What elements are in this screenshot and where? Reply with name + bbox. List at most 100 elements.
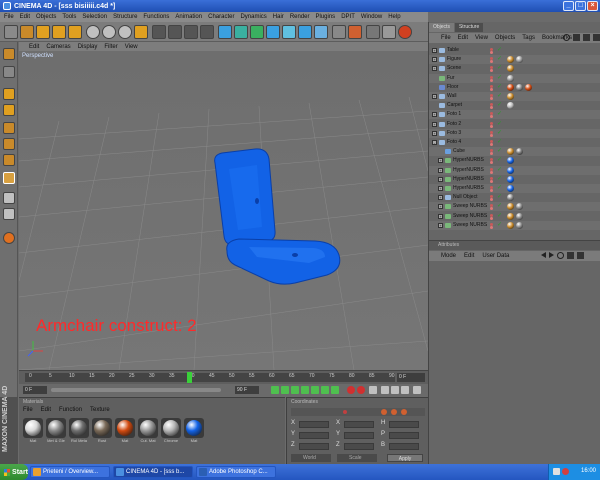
record-icon[interactable] — [347, 386, 355, 394]
material-tag-icon[interactable] — [507, 203, 514, 211]
menu-help[interactable]: Help — [388, 14, 400, 20]
material-swatch[interactable]: Chrome — [161, 418, 181, 446]
material-tag-icon[interactable] — [516, 83, 523, 91]
z-axis-icon[interactable] — [118, 25, 132, 39]
taskbar-task-button[interactable]: Adobe Photoshop C... — [196, 466, 276, 478]
object-row[interactable]: Floor ✓ — [429, 83, 600, 92]
material-tag-icon[interactable] — [507, 56, 514, 64]
enabled-checkmark[interactable]: ✓ — [497, 56, 503, 63]
visibility-dots[interactable] — [490, 94, 494, 100]
menu-tools[interactable]: Tools — [62, 14, 76, 20]
visibility-dots[interactable] — [490, 121, 494, 128]
material-swatch[interactable]: Met & Gle — [46, 418, 66, 446]
help-icon[interactable] — [398, 25, 412, 39]
live-selection-icon[interactable] — [20, 25, 34, 39]
sculpt-icon[interactable] — [3, 232, 15, 244]
attr-search-icon[interactable] — [557, 252, 564, 259]
visibility-dots[interactable] — [490, 204, 494, 211]
material-tag-icon[interactable] — [507, 185, 514, 192]
viewport-menu-edit[interactable]: Edit — [29, 44, 39, 50]
material-tag-icon[interactable] — [507, 175, 514, 183]
object-row[interactable]: + Wall ✓ — [429, 92, 600, 101]
viewport-menu-view[interactable]: View — [125, 44, 138, 50]
viewport-menu-display[interactable]: Display — [78, 44, 98, 50]
animation-mode-icon[interactable] — [3, 172, 15, 184]
expand-toggle[interactable]: + — [438, 213, 443, 219]
x-axis-icon[interactable] — [86, 25, 100, 39]
tab-objects[interactable]: Objects — [429, 23, 454, 32]
material-tag-icon[interactable] — [516, 212, 523, 220]
maximize-panel-icon[interactable] — [593, 34, 600, 41]
attributes-menu-mode[interactable]: Mode — [441, 253, 456, 259]
material-swatch[interactable]: Rust — [92, 418, 112, 446]
expand-toggle[interactable]: + — [438, 204, 443, 210]
world-dropdown[interactable]: World — [291, 454, 331, 462]
menu-functions[interactable]: Functions — [143, 14, 169, 20]
layout-icon[interactable] — [366, 25, 380, 39]
object-row[interactable]: + HyperNURBS ✓ — [429, 184, 600, 193]
render-view-icon[interactable] — [152, 25, 166, 39]
prev-key-icon[interactable] — [281, 386, 289, 394]
enabled-checkmark[interactable]: ✓ — [497, 84, 503, 91]
visibility-dots[interactable] — [490, 213, 494, 220]
enabled-checkmark[interactable]: ✓ — [497, 75, 503, 82]
menu-animation[interactable]: Animation — [175, 14, 202, 20]
object-row[interactable]: + Sweep NURBS ✓ — [429, 202, 600, 212]
back-arrow-icon[interactable] — [541, 252, 546, 258]
volume-icon[interactable] — [553, 468, 560, 475]
objects-menu-edit[interactable]: Edit — [458, 35, 468, 41]
material-tag-icon[interactable] — [516, 148, 523, 156]
material-tag-icon[interactable] — [507, 102, 514, 110]
minimize-button[interactable]: _ — [563, 1, 574, 11]
next-key-icon[interactable] — [321, 386, 329, 394]
object-row[interactable]: + Table ✓ — [429, 46, 600, 55]
environment-icon[interactable] — [298, 25, 312, 39]
attributes-menu-edit[interactable]: Edit — [464, 253, 474, 259]
expand-toggle[interactable]: + — [432, 48, 437, 53]
object-row[interactable]: + HyperNURBS ✓ — [429, 156, 600, 165]
use-points-tool-icon[interactable] — [3, 122, 15, 134]
visibility-dots[interactable] — [490, 176, 494, 183]
position-key-icon[interactable] — [381, 386, 389, 394]
material-tag-icon[interactable] — [507, 65, 514, 73]
enabled-checkmark[interactable]: ✓ — [497, 139, 503, 146]
coord-value-field[interactable] — [389, 421, 419, 428]
coord-value-field[interactable] — [389, 443, 419, 450]
visibility-dots[interactable] — [490, 75, 494, 82]
attr-new-window-icon[interactable] — [577, 252, 584, 259]
apply-button[interactable]: Apply — [387, 454, 423, 462]
visibility-dots[interactable] — [490, 158, 494, 165]
next-frame-icon[interactable] — [311, 386, 319, 394]
material-tag-icon[interactable] — [507, 74, 514, 82]
visibility-dots[interactable] — [490, 140, 494, 146]
menu-file[interactable]: File — [4, 14, 14, 20]
new-window-icon[interactable] — [583, 34, 590, 41]
material-tag-icon[interactable] — [507, 166, 514, 174]
render-settings-icon[interactable] — [184, 25, 198, 39]
deformer-icon[interactable] — [266, 25, 280, 39]
undo-icon[interactable] — [4, 25, 18, 39]
search-icon[interactable] — [563, 34, 570, 41]
goto-end-icon[interactable] — [331, 386, 339, 394]
expand-toggle[interactable]: + — [438, 195, 443, 201]
coord-value-field[interactable] — [344, 432, 374, 439]
object-row[interactable]: + Scene ✓ — [429, 64, 600, 73]
coord-record-icon[interactable] — [343, 410, 347, 414]
visibility-dots[interactable] — [490, 130, 494, 137]
expand-toggle[interactable]: + — [438, 158, 443, 164]
taskbar-task-button[interactable]: CINEMA 4D - [sss b... — [113, 466, 193, 478]
coord-value-field[interactable] — [344, 443, 374, 450]
object-row[interactable]: + Null Object ✓ — [429, 193, 600, 202]
object-row[interactable]: Carpet ✓ — [429, 101, 600, 110]
timeline-playhead[interactable] — [187, 372, 192, 383]
materials-menu-texture[interactable]: Texture — [90, 407, 110, 413]
coord-value-field[interactable] — [299, 432, 329, 439]
object-row[interactable]: Fur ✓ — [429, 73, 600, 83]
use-edges-tool-icon[interactable] — [3, 138, 15, 150]
expand-toggle[interactable]: + — [438, 222, 443, 228]
expand-toggle[interactable]: + — [432, 121, 437, 127]
tag-icon[interactable] — [332, 25, 346, 39]
timeline[interactable]: 051015202530354045505560657075808590 0 F — [19, 370, 428, 384]
use-axis-tool-icon[interactable] — [3, 104, 15, 116]
material-swatch[interactable]: Cut. Mat — [138, 418, 158, 446]
